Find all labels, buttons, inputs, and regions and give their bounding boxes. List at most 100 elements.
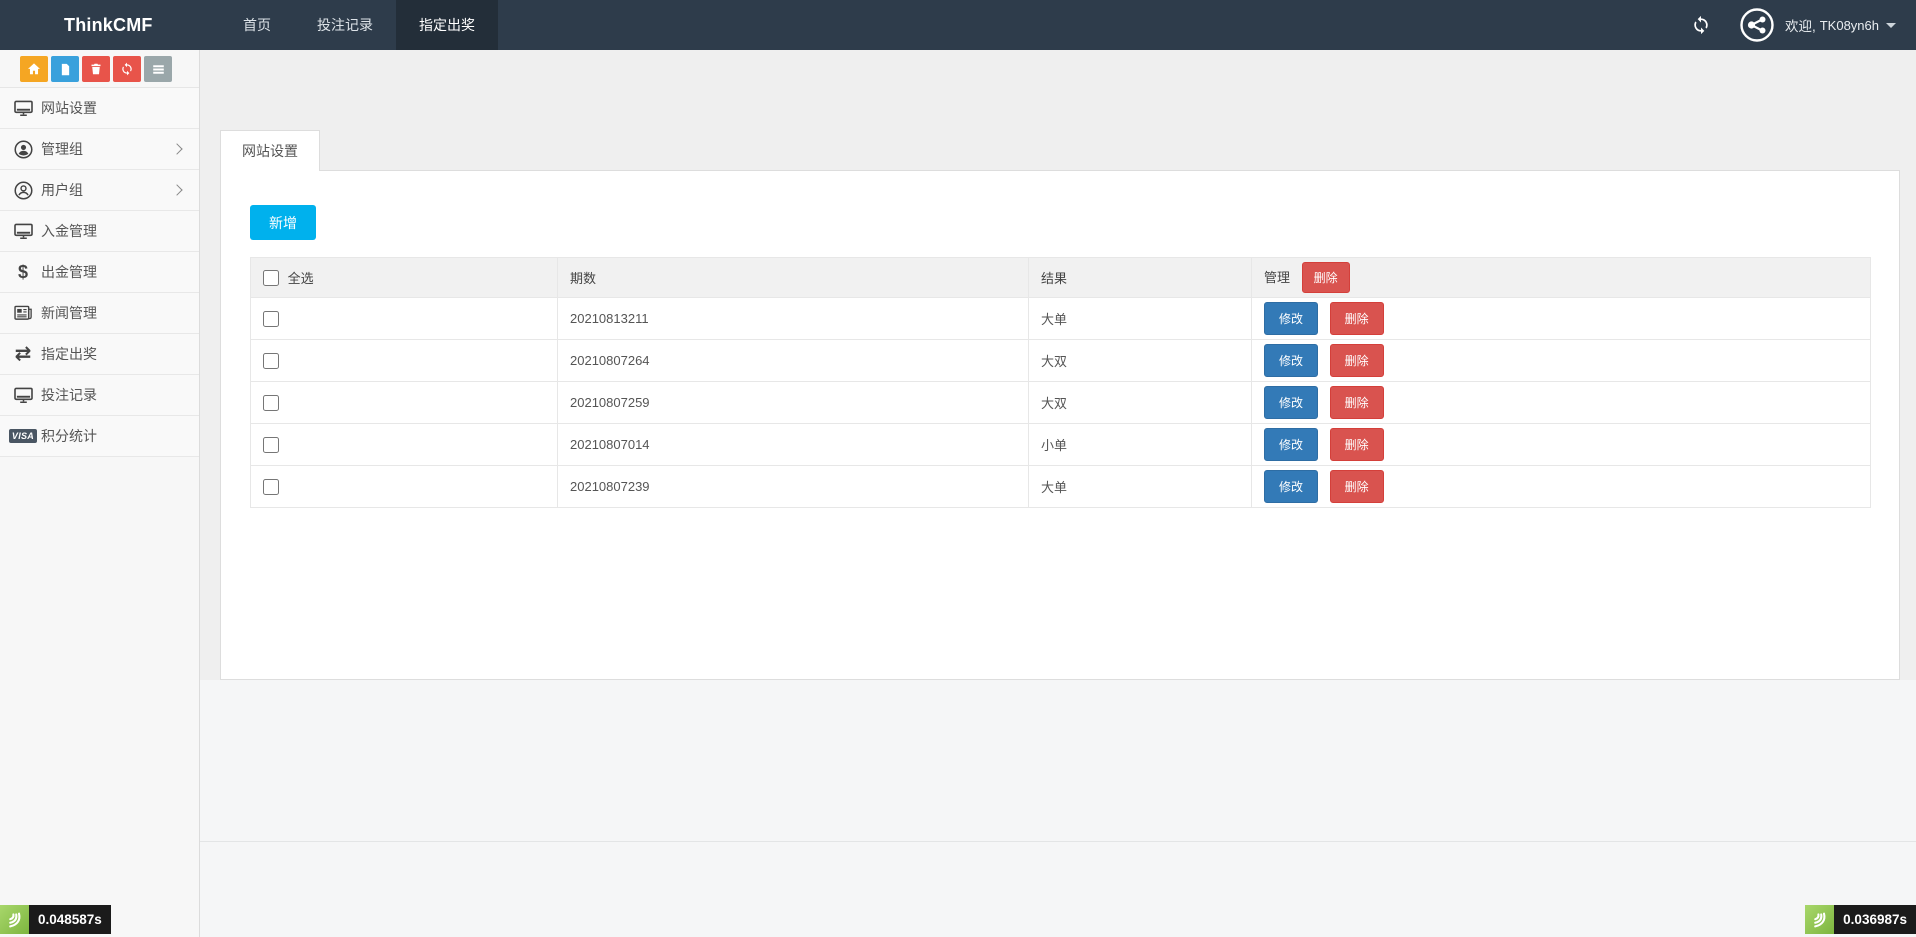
trace-badge-left: 0.048587s xyxy=(0,905,111,934)
manage-header-label: 管理 xyxy=(1264,270,1290,285)
sidebar-item-label: 出金管理 xyxy=(41,262,97,282)
result-cell: 大双 xyxy=(1029,340,1252,382)
delete-button[interactable]: 删除 xyxy=(1330,470,1384,503)
row-checkbox[interactable] xyxy=(263,395,279,411)
edit-button[interactable]: 修改 xyxy=(1264,470,1318,503)
edit-button[interactable]: 修改 xyxy=(1264,302,1318,335)
sidebar-item-user-group[interactable]: 用户组 xyxy=(0,170,199,211)
edit-button[interactable]: 修改 xyxy=(1264,428,1318,461)
table-row: 20210807014 小单 修改 删除 xyxy=(251,424,1871,466)
top-navbar: ThinkCMF 首页 投注记录 指定出奖 欢迎, TK08yn6h xyxy=(0,0,1916,50)
edit-button[interactable]: 修改 xyxy=(1264,386,1318,419)
trace-badge-right: 0.036987s xyxy=(1805,905,1916,934)
manage-header: 管理 删除 xyxy=(1252,258,1871,298)
sidebar-item-label: 入金管理 xyxy=(41,221,97,241)
delete-button[interactable]: 删除 xyxy=(1330,428,1384,461)
row-checkbox[interactable] xyxy=(263,311,279,327)
chevron-right-icon xyxy=(171,184,182,195)
execution-time-left: 0.048587s xyxy=(29,905,111,934)
sidebar: 网站设置 管理组 用户组 入金管理 xyxy=(0,50,200,937)
row-checkbox[interactable] xyxy=(263,353,279,369)
sidebar-item-label: 管理组 xyxy=(41,139,83,159)
select-all-label: 全选 xyxy=(288,271,314,286)
sidebar-item-label: 投注记录 xyxy=(41,385,97,405)
execution-time-right: 0.036987s xyxy=(1834,905,1916,934)
brand-logo[interactable]: ThinkCMF xyxy=(64,15,194,36)
admin-circle-icon xyxy=(12,139,34,159)
bulk-delete-button[interactable]: 删除 xyxy=(1302,262,1350,293)
sidebar-item-withdraw-mgmt[interactable]: $ 出金管理 xyxy=(0,252,199,293)
nav-item-home[interactable]: 首页 xyxy=(220,0,294,50)
edit-button[interactable]: 修改 xyxy=(1264,344,1318,377)
desktop-icon xyxy=(12,385,34,405)
dollar-icon: $ xyxy=(12,262,34,282)
sidebar-item-label: 用户组 xyxy=(41,180,83,200)
newspaper-icon xyxy=(12,303,34,323)
add-button[interactable]: 新增 xyxy=(250,205,316,240)
sidebar-item-assign-result[interactable]: ⇄ 指定出奖 xyxy=(0,334,199,375)
table-row: 20210807264 大双 修改 删除 xyxy=(251,340,1871,382)
sidebar-item-site-settings[interactable]: 网站设置 xyxy=(0,88,199,129)
thinkphp-logo-icon[interactable] xyxy=(1805,905,1834,934)
footer-divider xyxy=(200,841,1916,842)
thinkphp-logo-icon[interactable] xyxy=(0,905,29,934)
user-network-avatar-icon[interactable] xyxy=(1739,7,1775,43)
sidebar-item-deposit-mgmt[interactable]: 入金管理 xyxy=(0,211,199,252)
period-cell: 20210813211 xyxy=(558,298,1029,340)
period-cell: 20210807239 xyxy=(558,466,1029,508)
desktop-icon xyxy=(12,98,34,118)
welcome-label: 欢迎, xyxy=(1785,15,1816,35)
table-row: 20210813211 大单 修改 删除 xyxy=(251,298,1871,340)
sidebar-item-admin-group[interactable]: 管理组 xyxy=(0,129,199,170)
nav-item-assign-result[interactable]: 指定出奖 xyxy=(396,0,498,50)
exchange-icon: ⇄ xyxy=(12,344,34,364)
period-cell: 20210807259 xyxy=(558,382,1029,424)
table-row: 20210807239 大单 修改 删除 xyxy=(251,466,1871,508)
results-table: 全选 期数 结果 管理 删除 202 xyxy=(250,257,1870,508)
result-cell: 大单 xyxy=(1029,466,1252,508)
main-content: 网站设置 新增 全选 期数 结果 xyxy=(200,50,1916,937)
list-icon[interactable] xyxy=(144,56,172,82)
home-icon[interactable] xyxy=(20,56,48,82)
table-row: 20210807259 大双 修改 删除 xyxy=(251,382,1871,424)
desktop-icon xyxy=(12,221,34,241)
sidebar-item-points-stats[interactable]: VISA 积分统计 xyxy=(0,416,199,457)
recycle-icon[interactable] xyxy=(113,56,141,82)
sidebar-menu: 网站设置 管理组 用户组 入金管理 xyxy=(0,87,199,457)
period-cell: 20210807264 xyxy=(558,340,1029,382)
period-cell: 20210807014 xyxy=(558,424,1029,466)
delete-button[interactable]: 删除 xyxy=(1330,302,1384,335)
content-lower-background xyxy=(200,680,1916,937)
row-checkbox[interactable] xyxy=(263,437,279,453)
nav-item-bet-records[interactable]: 投注记录 xyxy=(294,0,396,50)
content-panel: 新增 全选 期数 结果 xyxy=(220,170,1900,680)
sidebar-item-label: 积分统计 xyxy=(41,426,97,446)
tab-site-settings[interactable]: 网站设置 xyxy=(220,130,320,171)
result-cell: 大双 xyxy=(1029,382,1252,424)
caret-down-icon[interactable] xyxy=(1886,23,1896,28)
username-dropdown[interactable]: TK08yn6h xyxy=(1820,18,1879,33)
period-header: 期数 xyxy=(558,258,1029,298)
navbar-right-group: 欢迎, TK08yn6h xyxy=(1691,7,1896,43)
delete-button[interactable]: 删除 xyxy=(1330,386,1384,419)
sidebar-item-label: 网站设置 xyxy=(41,98,97,118)
result-header: 结果 xyxy=(1029,258,1252,298)
nav-menu: 首页 投注记录 指定出奖 xyxy=(220,0,498,50)
refresh-icon[interactable] xyxy=(1691,15,1711,35)
sidebar-item-news-mgmt[interactable]: 新闻管理 xyxy=(0,293,199,334)
sidebar-toolbar xyxy=(0,50,199,87)
select-all-header: 全选 xyxy=(251,258,558,298)
chevron-right-icon xyxy=(171,143,182,154)
select-all-checkbox[interactable] xyxy=(263,270,279,286)
app-window: ThinkCMF 首页 投注记录 指定出奖 欢迎, TK08yn6h xyxy=(0,0,1916,937)
visa-icon: VISA xyxy=(12,426,34,446)
user-circle-icon xyxy=(12,180,34,200)
table-header-row: 全选 期数 结果 管理 删除 xyxy=(251,258,1871,298)
sidebar-item-bet-records[interactable]: 投注记录 xyxy=(0,375,199,416)
trash-icon[interactable] xyxy=(82,56,110,82)
delete-button[interactable]: 删除 xyxy=(1330,344,1384,377)
sidebar-item-label: 指定出奖 xyxy=(41,344,97,364)
sidebar-item-label: 新闻管理 xyxy=(41,303,97,323)
row-checkbox[interactable] xyxy=(263,479,279,495)
file-icon[interactable] xyxy=(51,56,79,82)
